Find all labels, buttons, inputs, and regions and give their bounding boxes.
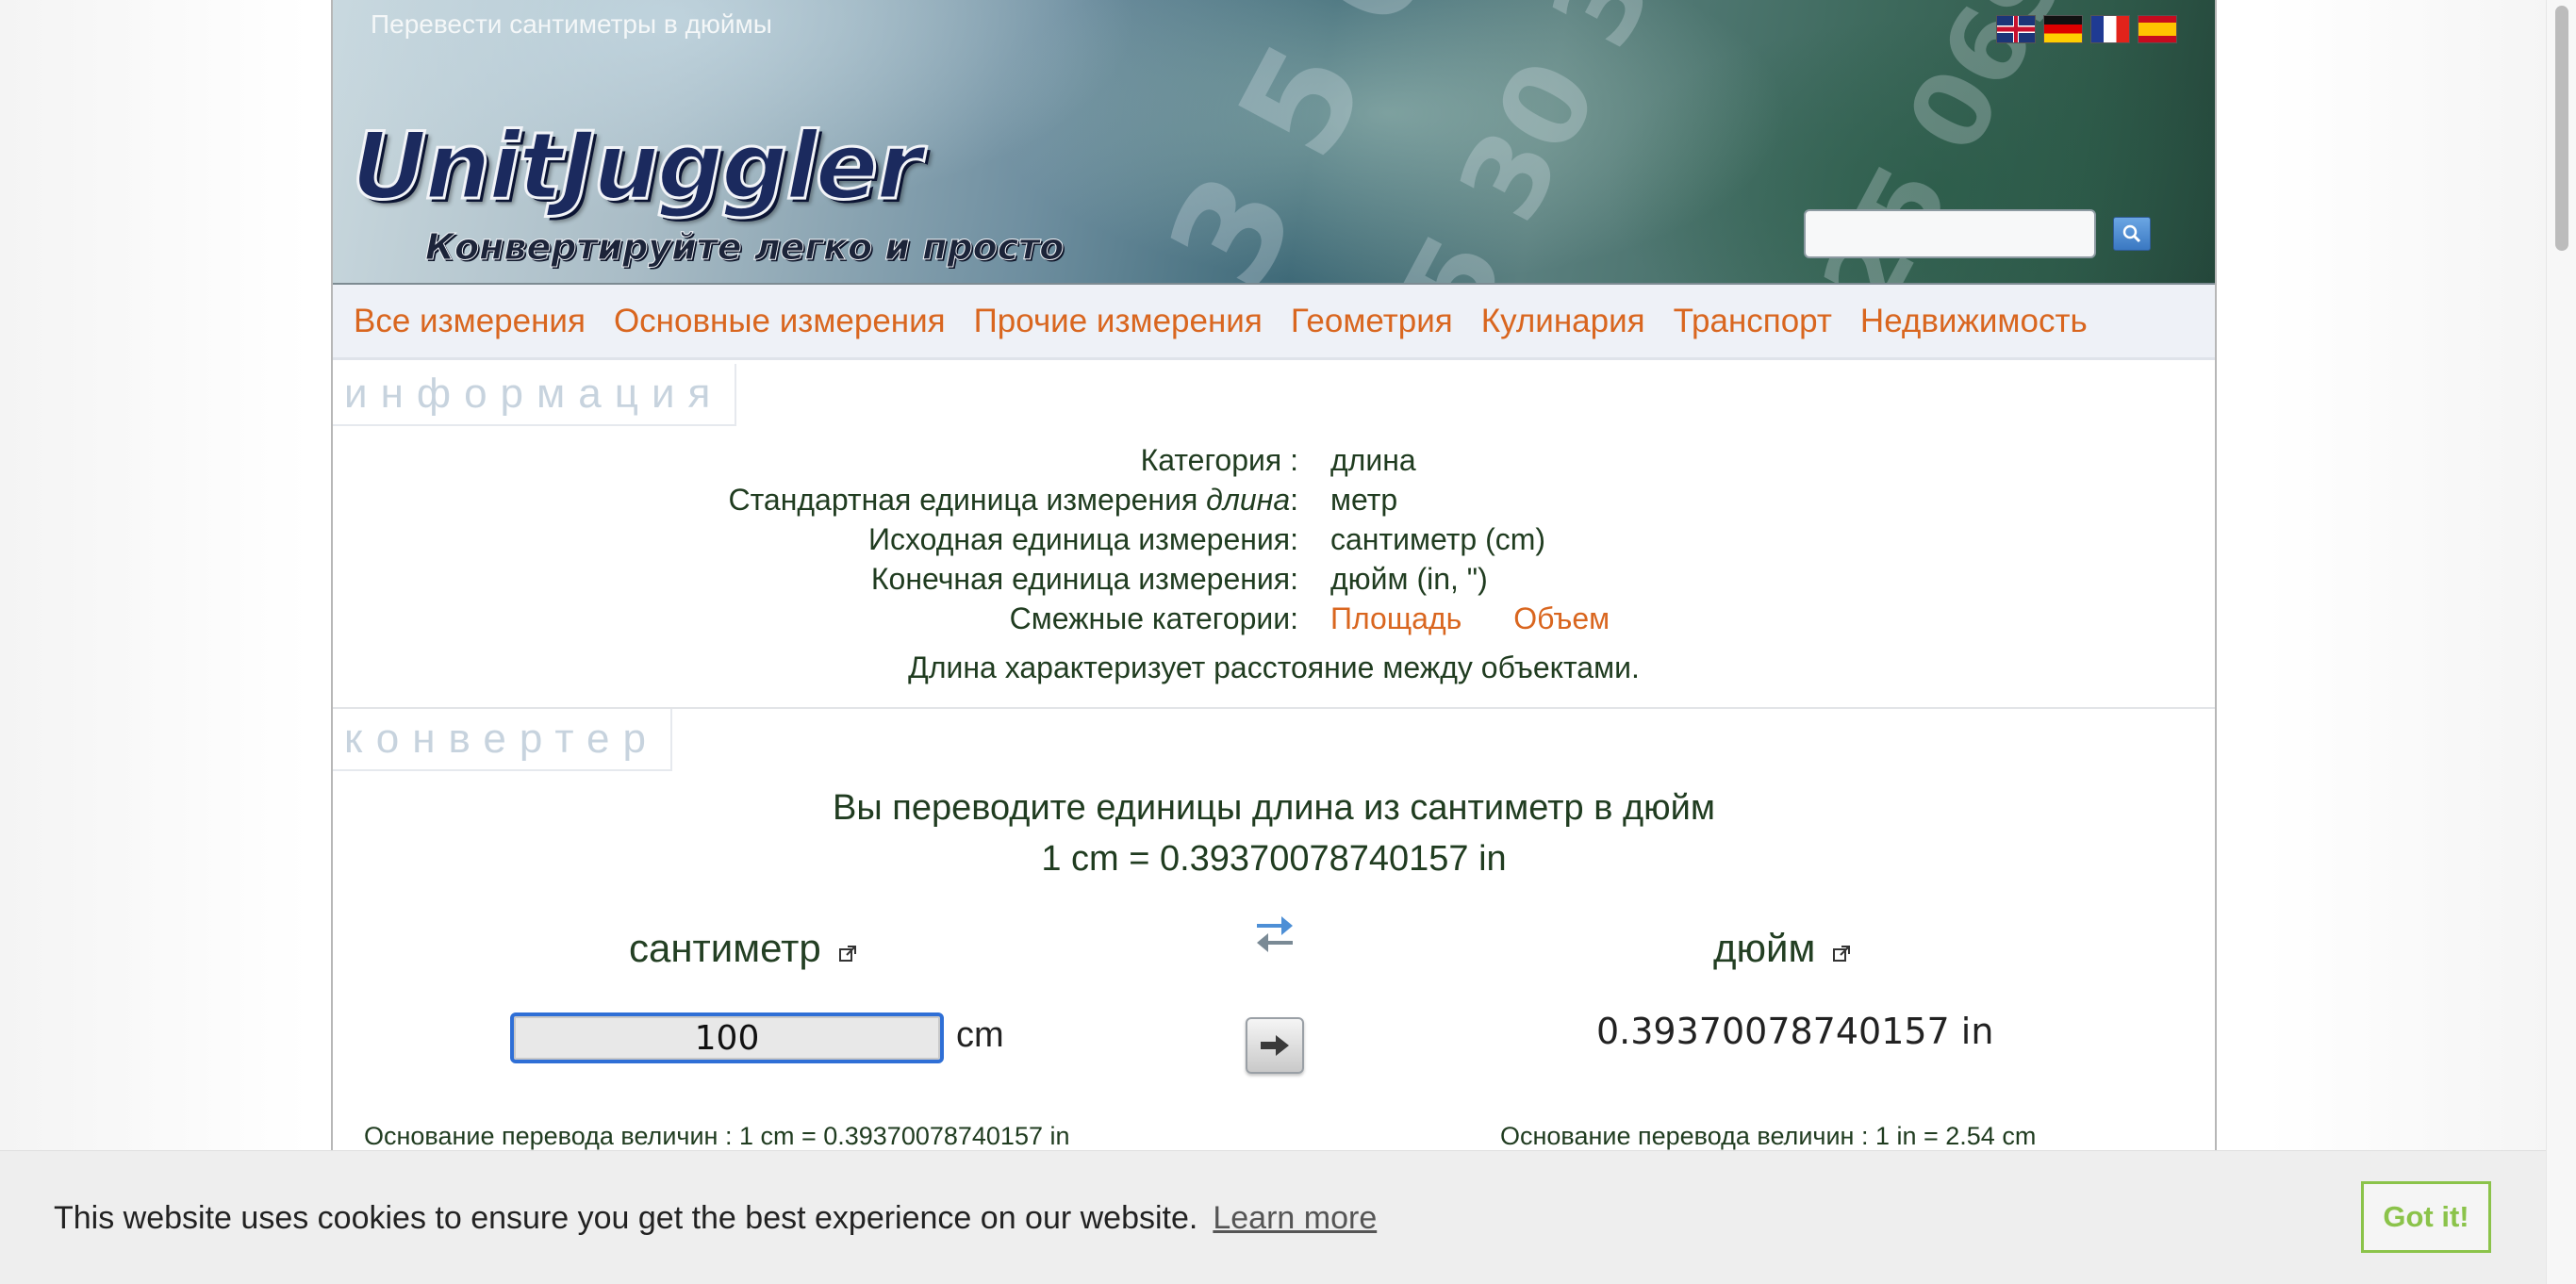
related-link-area[interactable]: Площадь — [1330, 601, 1461, 635]
search-icon — [2122, 224, 2141, 243]
cookie-accept-button[interactable]: Got it! — [2361, 1181, 2491, 1253]
conversion-result: 0.39370078740157 in — [1596, 1011, 1994, 1052]
conversion-formula: 1 cm = 0.39370078740157 in — [1041, 839, 1507, 879]
search-button[interactable] — [2113, 217, 2151, 251]
nav-item-geometry[interactable]: Геометрия — [1291, 303, 1453, 340]
info-key: Смежные категории: — [1009, 601, 1298, 635]
category-description: Длина характеризует расстояние между объ… — [908, 650, 1640, 684]
info-value: сантиметр (cm) — [1330, 522, 1546, 556]
language-switcher — [1996, 15, 2177, 43]
site-logo[interactable]: UnitJuggler — [351, 112, 924, 222]
to-unit-label[interactable]: дюйм — [1713, 926, 1815, 970]
info-key: Исходная единица измерения: — [868, 522, 1298, 556]
converter-heading: Вы переводите единицы длина из сантиметр… — [833, 788, 1715, 828]
arrow-right-icon — [1261, 1035, 1289, 1056]
category-nav: Все измерения Основные измерения Прочие … — [333, 285, 2215, 360]
swap-arrows-icon[interactable] — [1253, 913, 1296, 952]
external-link-icon[interactable] — [1832, 945, 1851, 963]
from-conversion-basis: Основание перевода величин : 1 cm = 0.39… — [364, 1122, 1070, 1150]
info-value: метр — [1330, 483, 1398, 517]
nav-item-real-estate[interactable]: Недвижимость — [1860, 303, 2088, 340]
nav-item-all[interactable]: Все измерения — [354, 303, 586, 340]
site-header: 3 5 6 5 30 3 25 069 Перевести сантиметры… — [333, 0, 2215, 285]
nav-item-cooking[interactable]: Кулинария — [1481, 303, 1645, 340]
cookie-learn-more-link[interactable]: Learn more — [1213, 1200, 1377, 1236]
cookie-banner: This website uses cookies to ensure you … — [0, 1150, 2576, 1284]
info-value: дюйм (in, ") — [1330, 562, 1488, 596]
to-unit-title: дюйм — [1713, 926, 1851, 971]
uk-flag-icon[interactable] — [1996, 15, 2036, 43]
page-scrollbar[interactable] — [2546, 0, 2576, 1284]
france-flag-icon[interactable] — [2090, 15, 2130, 43]
convert-button[interactable] — [1246, 1017, 1304, 1074]
info-value: длина — [1330, 443, 1416, 477]
nav-item-basic[interactable]: Основные измерения — [614, 303, 946, 340]
info-key-colon: : — [1290, 483, 1298, 517]
nav-item-transport[interactable]: Транспорт — [1674, 303, 1832, 340]
site-tagline: Конвертируйте легко и просто — [424, 226, 1065, 269]
cookie-message: This website uses cookies to ensure you … — [54, 1200, 1377, 1237]
nav-item-other[interactable]: Прочие измерения — [974, 303, 1263, 340]
search-input[interactable] — [1804, 209, 2096, 258]
info-section-label: информация — [333, 364, 737, 426]
germany-flag-icon[interactable] — [2043, 15, 2083, 43]
cookie-message-text: This website uses cookies to ensure you … — [54, 1200, 1198, 1236]
value-input[interactable] — [510, 1012, 944, 1063]
external-link-icon[interactable] — [838, 945, 857, 963]
page-container: 3 5 6 5 30 3 25 069 Перевести сантиметры… — [331, 0, 2217, 1284]
info-key: Категория : — [1140, 443, 1298, 477]
info-key: Конечная единица измерения: — [870, 562, 1298, 596]
info-key-text: Стандартная единица измерения — [728, 483, 1198, 517]
input-unit-suffix: cm — [956, 1015, 1004, 1055]
from-unit-label[interactable]: сантиметр — [629, 926, 821, 970]
page-title: Перевести сантиметры в дюймы — [371, 9, 772, 39]
scrollbar-thumb[interactable] — [2555, 6, 2568, 251]
related-link-volume[interactable]: Объем — [1513, 601, 1610, 635]
spain-flag-icon[interactable] — [2138, 15, 2177, 43]
info-key: Стандартная единица измерения длина: — [728, 483, 1298, 518]
related-links: Площадь Объем — [1330, 601, 1610, 636]
info-key-italic: длина — [1206, 483, 1291, 517]
to-conversion-basis: Основание перевода величин : 1 in = 2.54… — [1500, 1122, 2037, 1150]
converter-section-label: конвертер — [333, 709, 672, 771]
from-unit-title: сантиметр — [629, 926, 857, 971]
